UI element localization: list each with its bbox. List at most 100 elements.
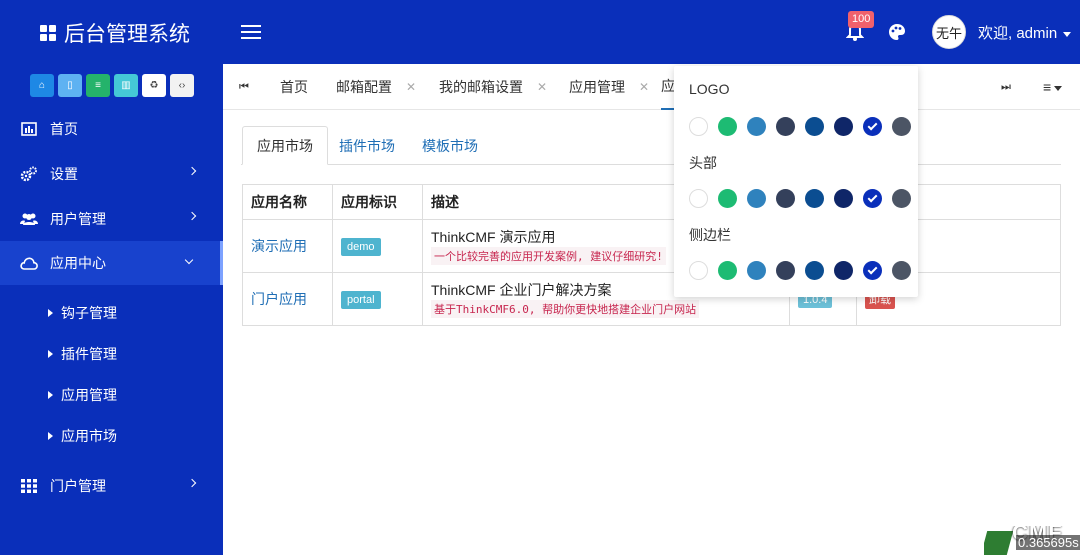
home-icon[interactable]: ⌂ (30, 74, 54, 97)
section-label-logo: LOGO (689, 81, 730, 97)
app-name-link[interactable]: 门户应用 (251, 291, 307, 307)
check-icon (867, 120, 878, 131)
brand[interactable]: 后台管理系统 (40, 18, 190, 48)
color-swatch[interactable] (805, 189, 824, 208)
caret-down-icon (1063, 31, 1072, 37)
color-swatch[interactable] (805, 117, 824, 136)
sidebar-subitem-apps[interactable]: 应用管理 (0, 376, 223, 414)
trash-icon[interactable]: ▥ (114, 74, 138, 97)
table-row: 演示应用 demo ThinkCMF 演示应用 一个比较完善的应用开发案例, 建议… (242, 219, 1061, 273)
cloud-icon (20, 255, 38, 271)
quick-buttons: ⌂ ▯ ≡ ▥ ♻ ‹› (30, 74, 194, 97)
sidebar-toggle-icon[interactable] (241, 25, 261, 39)
color-swatch[interactable] (863, 117, 882, 136)
leaf-logo-icon (984, 531, 1014, 555)
column-header: 应用名称 (242, 184, 333, 220)
chevron-right-icon (187, 478, 197, 488)
tab-my-email[interactable]: 我的邮箱设置 ✕ (439, 64, 547, 110)
sidebar-item-settings[interactable]: 设置 (0, 152, 223, 196)
app-title: 后台管理系统 (64, 23, 190, 46)
section-label-sidebar: 侧边栏 (689, 227, 731, 243)
chevron-down-icon (184, 255, 194, 265)
close-icon[interactable]: ✕ (639, 80, 649, 94)
sidebar-subitem-label: 应用管理 (61, 387, 117, 403)
caret-right-icon (48, 391, 53, 399)
color-swatch[interactable] (892, 117, 911, 136)
color-swatch[interactable] (689, 261, 708, 280)
sidebar-subitem-plugins[interactable]: 插件管理 (0, 335, 223, 373)
app-description: 基于ThinkCMF6.0, 帮助你更快地搭建企业门户网站 (431, 299, 700, 318)
tab-app-market[interactable]: 应 (661, 64, 675, 110)
file-text-icon[interactable]: ≡ (86, 74, 110, 97)
tab-label: 我的邮箱设置 (439, 79, 523, 95)
tab-label: 应 (661, 78, 675, 94)
tab-label: 首页 (280, 79, 308, 95)
tab-template-market[interactable]: 模板市场 (408, 126, 492, 165)
color-swatch[interactable] (718, 261, 737, 280)
tab-label: 应用市场 (257, 137, 313, 154)
dashboard-icon (20, 121, 38, 137)
app-table: 应用名称 应用标识 描述 演示应用 demo ThinkCMF 演示应用 一个比较… (242, 184, 1061, 326)
tab-app-manage[interactable]: 应用管理 ✕ (569, 64, 649, 110)
sidebar-item-label: 首页 (50, 121, 78, 137)
color-swatch[interactable] (776, 189, 795, 208)
chevron-right-icon (187, 211, 197, 221)
tab-email-config[interactable]: 邮箱配置 ✕ (336, 64, 416, 110)
backward-icon[interactable]: ⏮ (239, 81, 251, 93)
tab-label: 模板市场 (422, 137, 478, 154)
color-swatch[interactable] (776, 117, 795, 136)
sidebar-subitem-label: 应用市场 (61, 428, 117, 444)
color-swatch[interactable] (776, 261, 795, 280)
tab-label: 应用管理 (569, 79, 625, 95)
timing-text: 0.365695s (1016, 535, 1080, 550)
sidebar-item-home[interactable]: 首页 (0, 107, 223, 151)
tab-menu-icon[interactable]: ≡ (1043, 79, 1063, 95)
app-tag: demo (341, 237, 381, 256)
color-swatch[interactable] (747, 261, 766, 280)
color-swatch[interactable] (689, 117, 708, 136)
caret-down-icon (1054, 85, 1063, 91)
close-icon[interactable]: ✕ (537, 80, 547, 94)
color-swatch[interactable] (863, 189, 882, 208)
color-swatch[interactable] (863, 261, 882, 280)
color-swatch[interactable] (718, 117, 737, 136)
sidebar-subitem-hooks[interactable]: 钩子管理 (0, 294, 223, 332)
color-swatch[interactable] (892, 189, 911, 208)
color-swatch[interactable] (747, 189, 766, 208)
user-menu[interactable]: 欢迎, admin (978, 22, 1072, 43)
color-swatch[interactable] (892, 261, 911, 280)
sidebar-subitem-label: 钩子管理 (61, 305, 117, 321)
sidebar-item-users[interactable]: 用户管理 (0, 197, 223, 241)
recycle-icon[interactable]: ♻ (142, 74, 166, 97)
gears-icon (20, 166, 38, 182)
tab-plugin-market[interactable]: 插件市场 (325, 126, 409, 165)
color-swatch[interactable] (834, 189, 853, 208)
color-swatch[interactable] (805, 261, 824, 280)
market-tabs: 应用市场 插件市场 模板市场 (241, 126, 1061, 165)
avatar[interactable]: 无午 (932, 15, 966, 49)
color-swatch[interactable] (718, 189, 737, 208)
app-tag: portal (341, 290, 381, 309)
section-label-header: 头部 (689, 155, 717, 171)
notification-badge: 100 (848, 11, 875, 28)
palette-icon[interactable] (888, 23, 906, 41)
file-icon[interactable]: ▯ (58, 74, 82, 97)
code-icon[interactable]: ‹› (170, 74, 194, 97)
sidebar-item-portal[interactable]: 门户管理 (0, 464, 223, 508)
forward-icon[interactable]: ⏭ (1001, 81, 1013, 93)
color-swatch[interactable] (834, 261, 853, 280)
sidebar-item-app-center[interactable]: 应用中心 (0, 241, 223, 285)
tab-home[interactable]: 首页 (280, 64, 308, 110)
color-swatch[interactable] (834, 117, 853, 136)
sidebar-subitem-app-market[interactable]: 应用市场 (0, 417, 223, 455)
sidebar-item-label: 门户管理 (50, 478, 106, 494)
color-swatch[interactable] (689, 189, 708, 208)
grid-icon (20, 478, 38, 494)
color-swatch[interactable] (747, 117, 766, 136)
app-name-link[interactable]: 演示应用 (251, 238, 307, 254)
close-icon[interactable]: ✕ (406, 80, 416, 94)
caret-right-icon (48, 350, 53, 358)
tab-label: 插件市场 (339, 137, 395, 154)
tab-app-market[interactable]: 应用市场 (242, 126, 328, 165)
chevron-right-icon (187, 166, 197, 176)
